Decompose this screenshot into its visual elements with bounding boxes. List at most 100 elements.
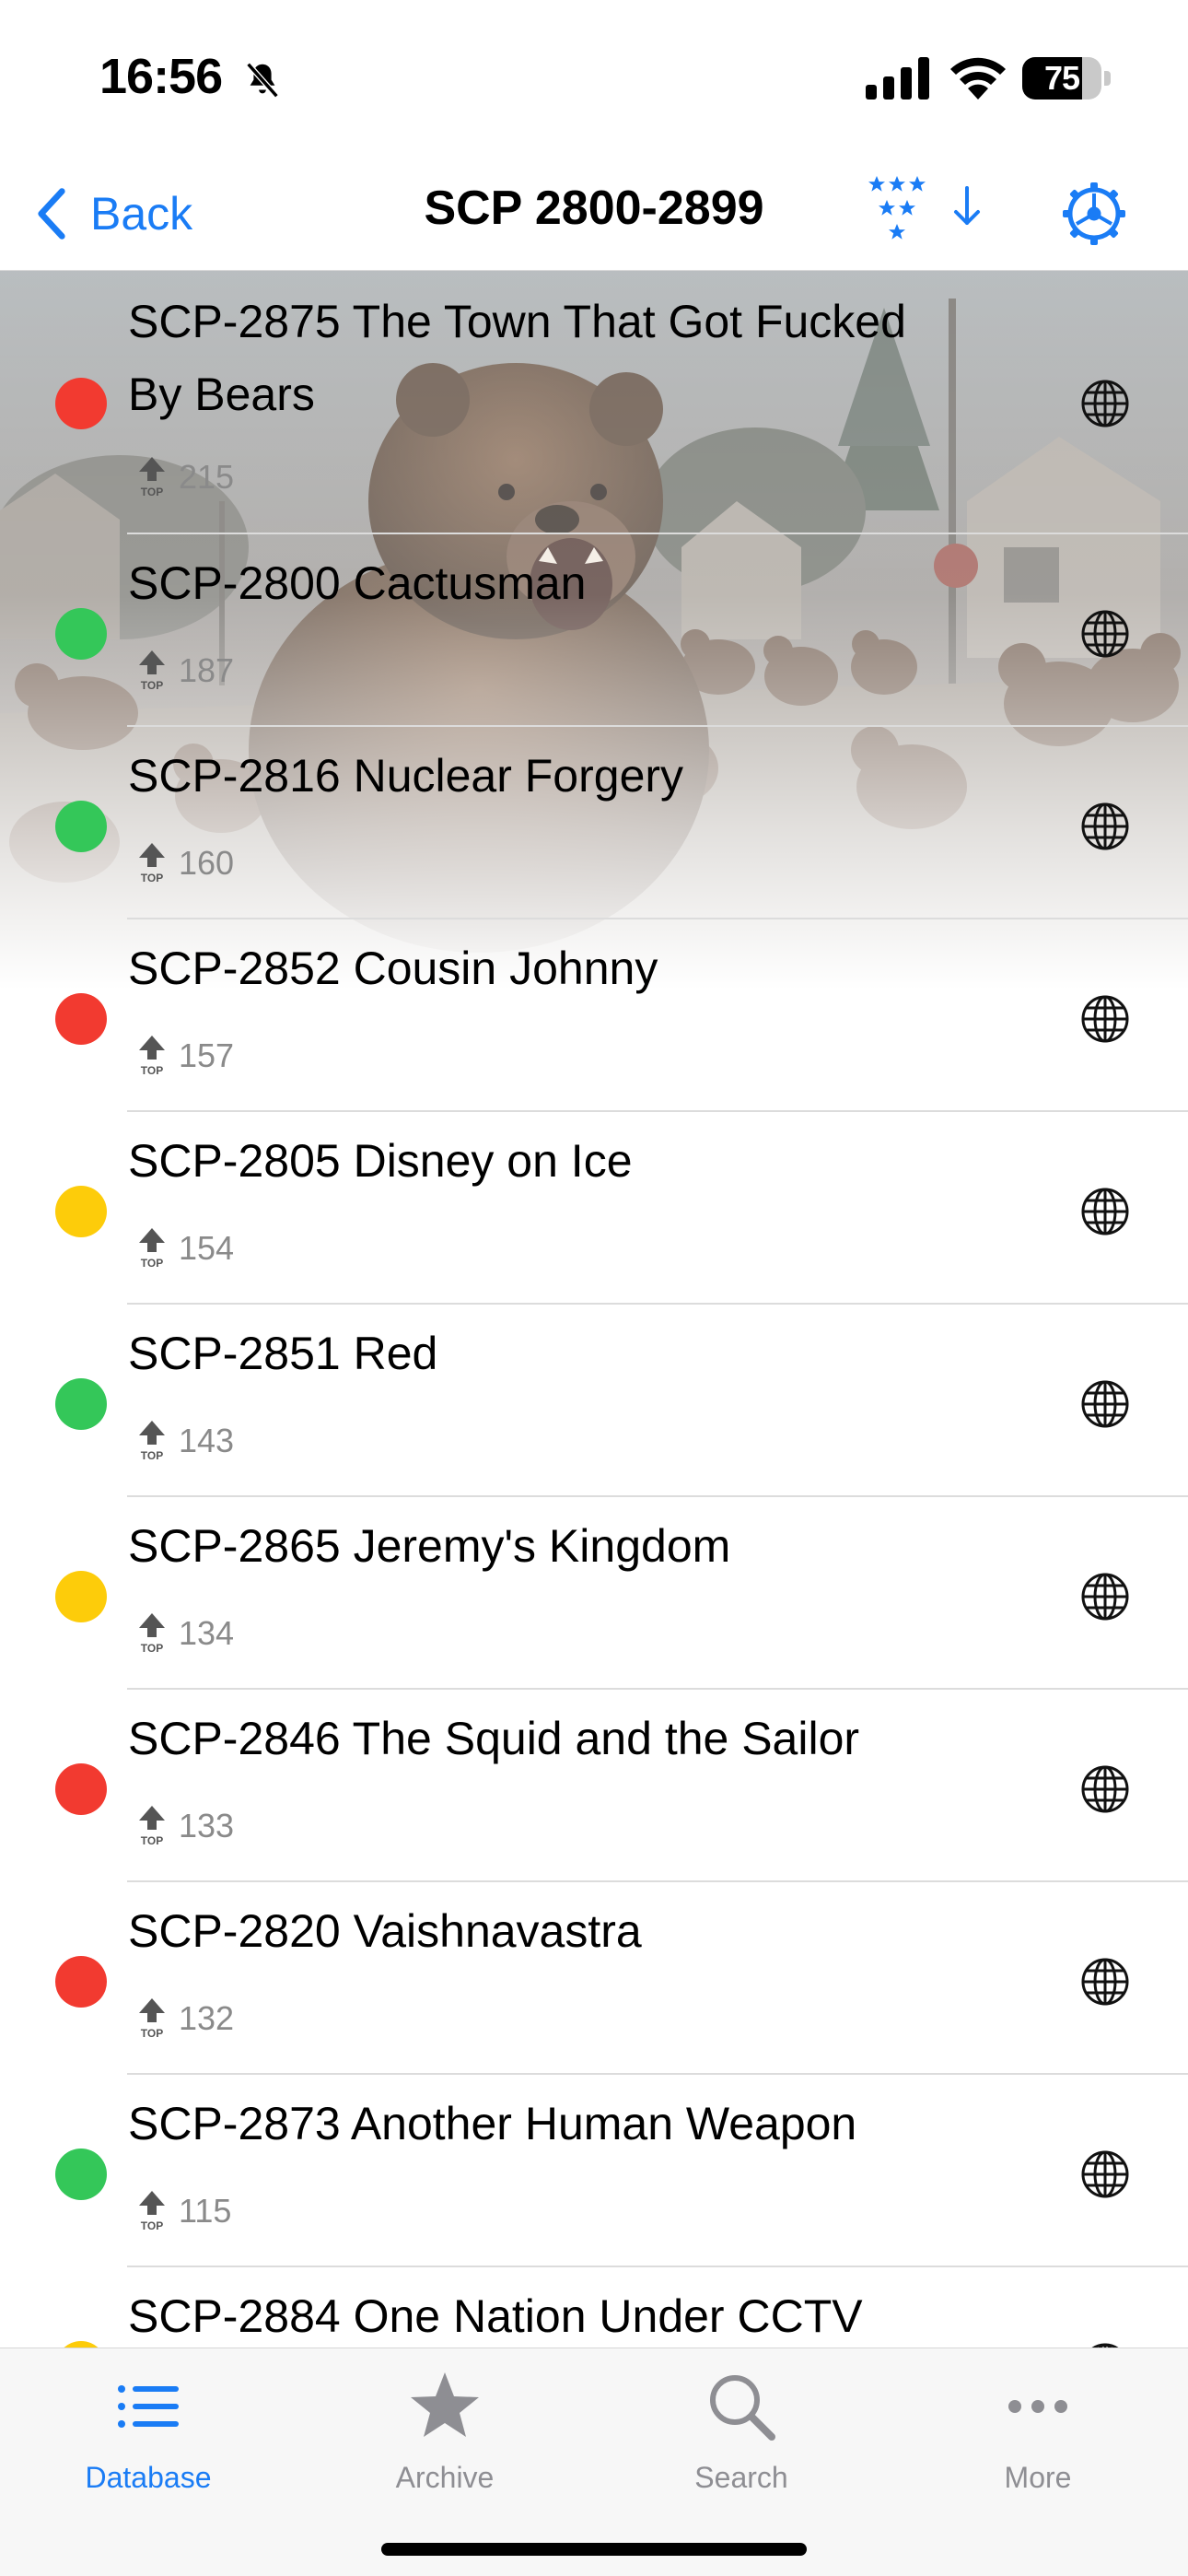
scp-title: SCP-2816 Nuclear Forgery xyxy=(128,750,684,802)
globe-icon[interactable] xyxy=(1079,2149,1131,2200)
svg-text:TOP: TOP xyxy=(141,1642,163,1655)
rating: TOP 132 xyxy=(136,1996,234,2041)
globe-icon[interactable] xyxy=(1079,2341,1131,2348)
gear-icon[interactable] xyxy=(1057,177,1131,251)
object-class-indicator xyxy=(55,1378,107,1430)
globe-icon[interactable] xyxy=(1079,1186,1131,1237)
object-class-indicator xyxy=(55,378,107,429)
object-class-indicator xyxy=(55,1763,107,1815)
scp-list-item[interactable]: SCP-2884 One Nation Under CCTV xyxy=(0,2267,1188,2348)
rating-value: 143 xyxy=(179,1422,235,1459)
more-icon xyxy=(1008,2400,1067,2413)
scp-list-item[interactable]: SCP-2805 Disney on Ice TOP 154 xyxy=(0,1112,1188,1305)
tab-search[interactable]: Search xyxy=(593,2348,890,2496)
wifi-icon xyxy=(950,57,1006,100)
svg-text:TOP: TOP xyxy=(141,2027,163,2040)
scp-list-item[interactable]: SCP-2873 Another Human Weapon TOP 115 xyxy=(0,2075,1188,2267)
svg-text:TOP: TOP xyxy=(141,872,163,884)
rating-value: 154 xyxy=(179,1229,235,1267)
navigation-bar: Back SCP 2800-2899 xyxy=(0,157,1188,271)
scp-title: SCP-2875 The Town That Got Fucked By Bea… xyxy=(128,296,906,420)
scp-list-item[interactable]: SCP-2816 Nuclear Forgery TOP 160 xyxy=(0,727,1188,919)
globe-icon[interactable] xyxy=(1079,1763,1131,1815)
rating: TOP 115 xyxy=(136,2189,231,2233)
scp-list-item[interactable]: SCP-2852 Cousin Johnny TOP 157 xyxy=(0,919,1188,1112)
top-rating-icon: TOP xyxy=(139,1421,165,1462)
object-class-indicator xyxy=(55,2341,107,2348)
svg-text:TOP: TOP xyxy=(141,1449,163,1462)
chevron-left-icon xyxy=(38,188,65,240)
rating: TOP 133 xyxy=(136,1804,234,1848)
top-rating-icon: TOP xyxy=(139,1036,165,1077)
rating: TOP 160 xyxy=(136,841,234,885)
top-rating-icon: TOP xyxy=(139,1613,165,1655)
top-rating-icon: TOP xyxy=(139,1228,165,1270)
rating: TOP 215 xyxy=(136,455,234,499)
scp-list-item[interactable]: SCP-2820 Vaishnavastra TOP 132 xyxy=(0,1882,1188,2075)
object-class-indicator xyxy=(55,608,107,660)
tab-database-label: Database xyxy=(85,2461,212,2494)
tab-search-label: Search xyxy=(694,2461,788,2494)
battery-icon: 75 xyxy=(1022,57,1111,100)
scp-title: SCP-2805 Disney on Ice xyxy=(128,1135,633,1187)
scp-title: SCP-2846 The Squid and the Sailor xyxy=(128,1713,860,1764)
svg-text:TOP: TOP xyxy=(141,1834,163,1847)
object-class-indicator xyxy=(55,993,107,1045)
rating: TOP 154 xyxy=(136,1226,234,1270)
svg-text:TOP: TOP xyxy=(141,486,163,498)
scp-list-item[interactable]: SCP-2851 Red TOP 143 xyxy=(0,1305,1188,1497)
stars-icon xyxy=(868,176,926,240)
globe-icon[interactable] xyxy=(1079,378,1131,429)
scp-list-item[interactable]: SCP-2875 The Town That Got Fucked By Bea… xyxy=(0,271,1188,534)
globe-icon[interactable] xyxy=(1079,608,1131,660)
svg-text:TOP: TOP xyxy=(141,2219,163,2232)
rating-value: 132 xyxy=(179,1999,235,2037)
battery-level: 75 xyxy=(1043,59,1080,97)
object-class-indicator xyxy=(55,801,107,852)
scp-title: SCP-2865 Jeremy's Kingdom xyxy=(128,1520,731,1572)
rating: TOP 157 xyxy=(136,1034,234,1078)
back-button[interactable]: Back xyxy=(33,179,192,249)
svg-text:TOP: TOP xyxy=(141,1064,163,1077)
globe-icon[interactable] xyxy=(1079,993,1131,1045)
tab-archive-label: Archive xyxy=(395,2461,495,2494)
rating-value: 133 xyxy=(179,1807,235,1844)
star-icon xyxy=(411,2372,479,2437)
globe-icon[interactable] xyxy=(1079,801,1131,852)
rating: TOP 134 xyxy=(136,1611,234,1656)
list-icon xyxy=(118,2385,179,2428)
rating-value: 115 xyxy=(179,2192,232,2230)
globe-icon[interactable] xyxy=(1079,1378,1131,1430)
globe-icon[interactable] xyxy=(1079,1956,1131,2008)
scp-list-item[interactable]: SCP-2846 The Squid and the Sailor TOP 133 xyxy=(0,1690,1188,1882)
top-rating-icon: TOP xyxy=(139,457,165,498)
object-class-indicator xyxy=(55,2149,107,2200)
rating: TOP 143 xyxy=(136,1419,234,1463)
scp-title: SCP-2851 Red xyxy=(128,1328,438,1379)
sort-by-rating-button[interactable] xyxy=(864,170,993,262)
svg-text:TOP: TOP xyxy=(141,1257,163,1270)
object-class-indicator xyxy=(55,1186,107,1237)
scp-list-item[interactable]: SCP-2800 Cactusman TOP 187 xyxy=(0,534,1188,727)
tab-more[interactable]: More xyxy=(890,2348,1186,2496)
tab-bar: Database Archive Search More xyxy=(0,2348,1188,2576)
top-rating-icon: TOP xyxy=(139,2191,165,2232)
top-rating-icon: TOP xyxy=(139,1998,165,2040)
bell-slash-icon xyxy=(246,62,279,99)
rating-value: 187 xyxy=(179,651,235,689)
top-rating-icon: TOP xyxy=(139,1806,165,1847)
status-time: 16:56 xyxy=(99,49,223,104)
scp-list-area[interactable]: SCP-2875 The Town That Got Fucked By Bea… xyxy=(0,271,1188,2348)
top-rating-icon: TOP xyxy=(139,843,165,884)
rating-value: 157 xyxy=(179,1036,235,1074)
back-label: Back xyxy=(90,188,193,240)
tab-archive[interactable]: Archive xyxy=(297,2348,593,2496)
rating-value: 215 xyxy=(179,458,235,496)
globe-icon[interactable] xyxy=(1079,1571,1131,1622)
scp-title: SCP-2873 Another Human Weapon xyxy=(128,2098,857,2149)
scp-title: SCP-2884 One Nation Under CCTV xyxy=(128,2290,863,2342)
home-indicator xyxy=(381,2543,807,2556)
tab-database[interactable]: Database xyxy=(0,2348,297,2496)
rating-value: 160 xyxy=(179,844,235,882)
scp-list-item[interactable]: SCP-2865 Jeremy's Kingdom TOP 134 xyxy=(0,1497,1188,1690)
